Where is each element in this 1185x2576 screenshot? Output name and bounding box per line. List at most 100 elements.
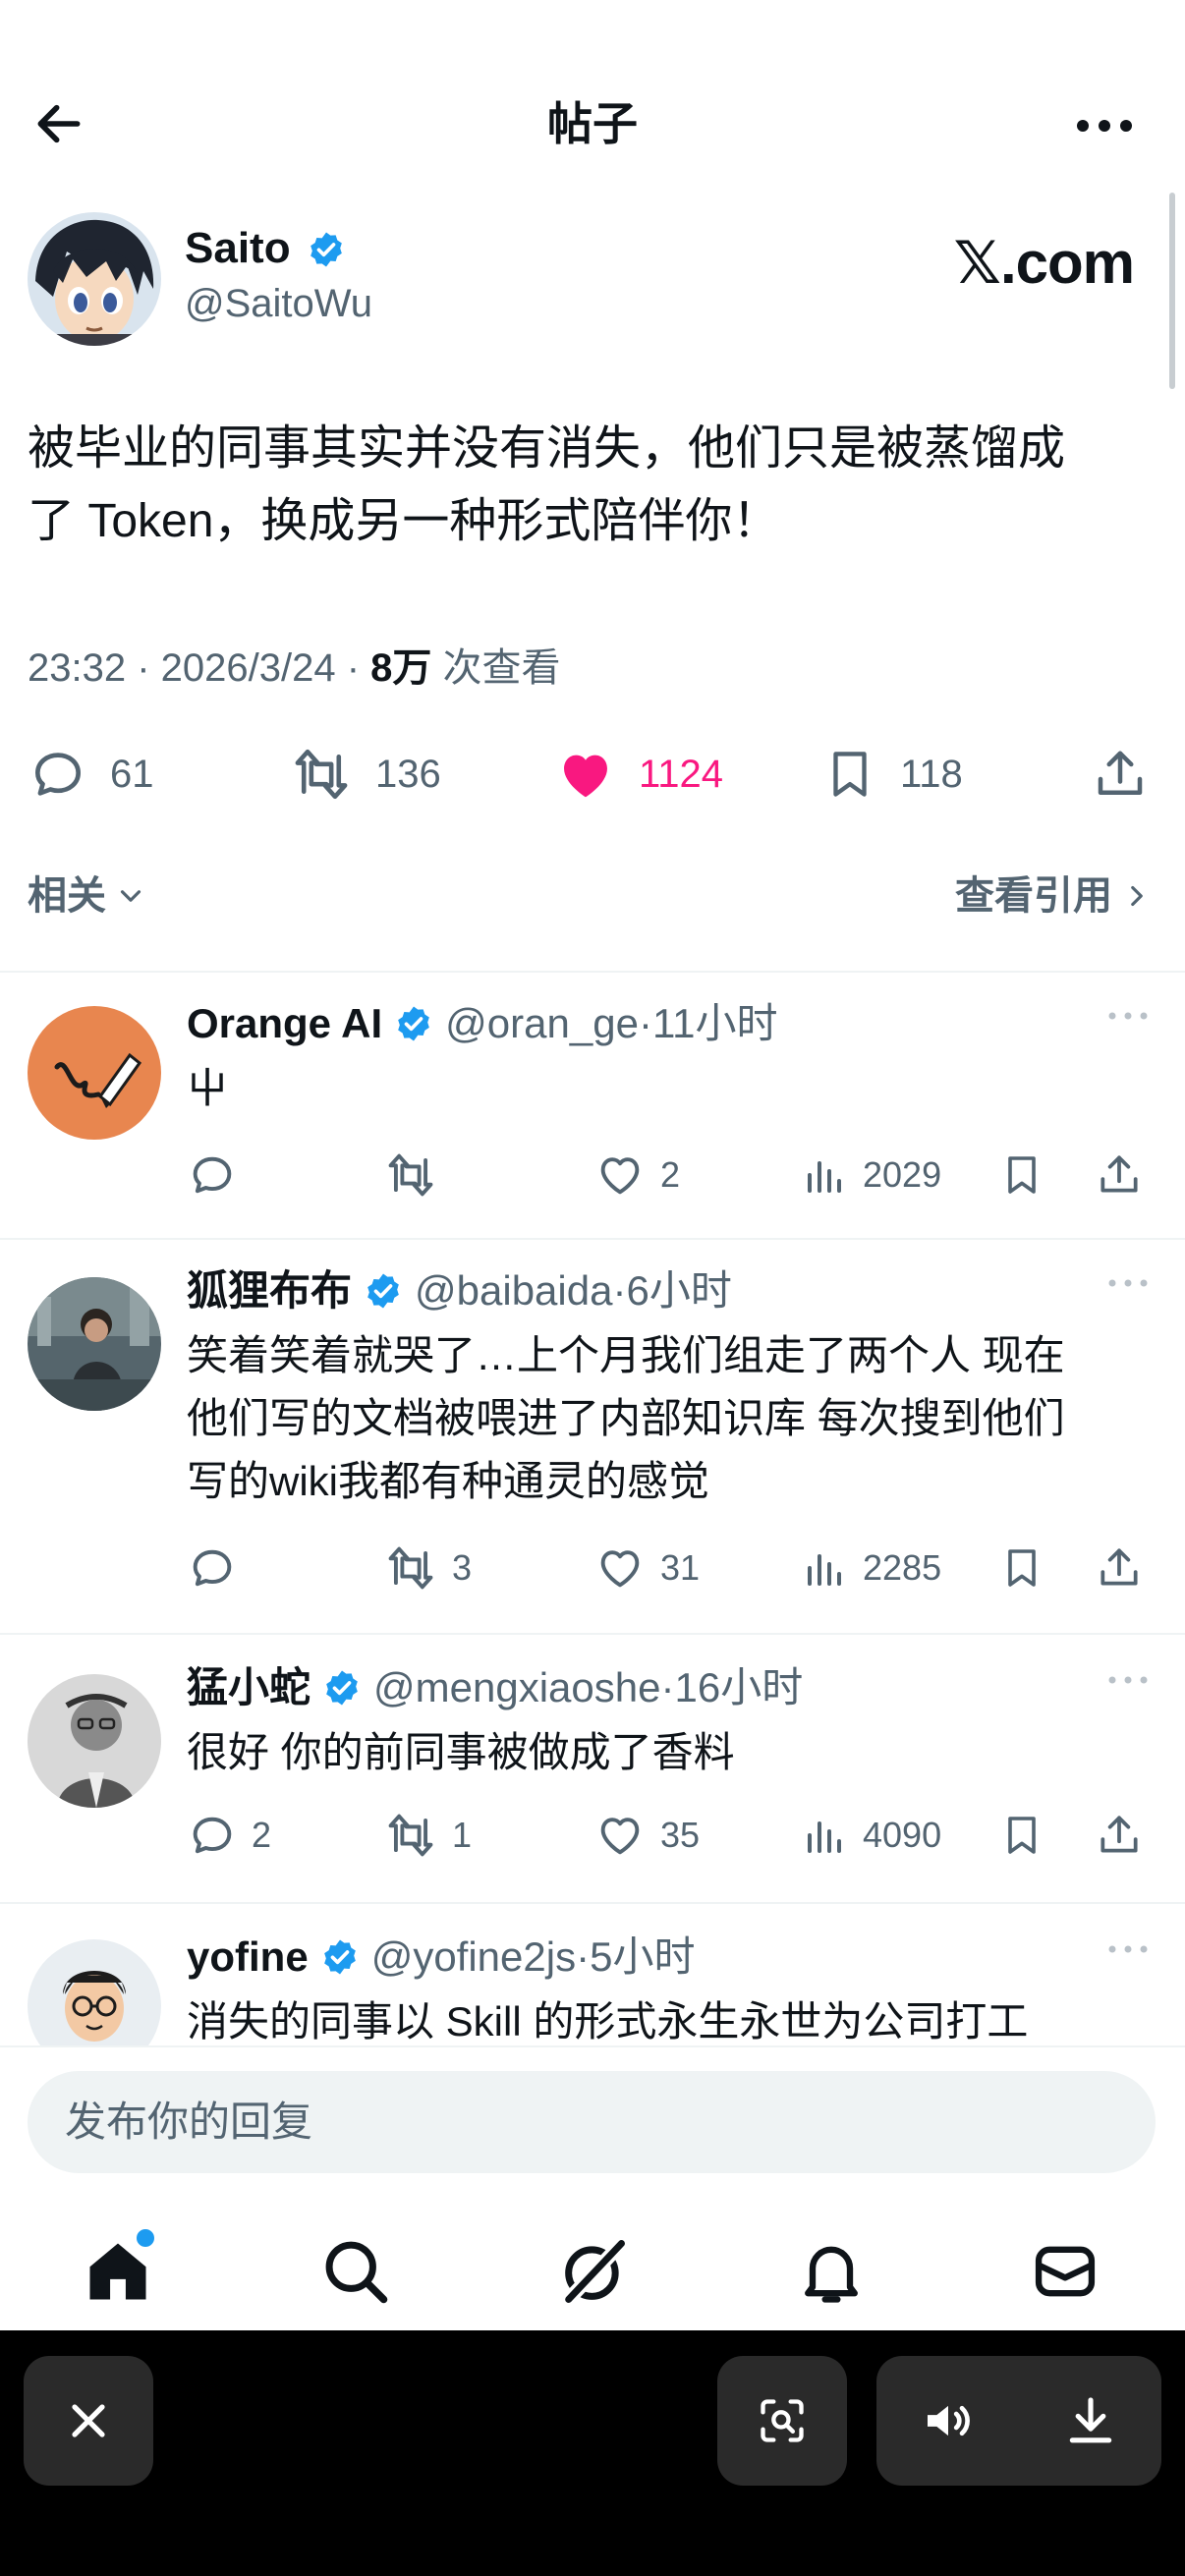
avatar[interactable] bbox=[28, 1006, 161, 1140]
reply-time: 16小时 bbox=[674, 1664, 804, 1710]
repost-icon bbox=[383, 1810, 438, 1861]
heart-icon bbox=[593, 1542, 647, 1594]
bookmark-icon bbox=[998, 1542, 1045, 1594]
download-icon[interactable] bbox=[1063, 2393, 1118, 2448]
author-avatar[interactable] bbox=[28, 212, 161, 346]
more-options-icon[interactable] bbox=[1106, 1670, 1150, 1690]
bookmark-button[interactable] bbox=[998, 1539, 1045, 1597]
reply-actions: 2 2029 bbox=[187, 1146, 1156, 1204]
author-handle[interactable]: @SaitoWu bbox=[185, 279, 372, 328]
repost-count: 3 bbox=[452, 1547, 473, 1588]
share-icon bbox=[1091, 744, 1150, 805]
views-button[interactable]: 2029 bbox=[802, 1146, 941, 1204]
share-button[interactable] bbox=[1091, 739, 1150, 810]
post-text-line: 被毕业的同事其实并没有消失，他们只是被蒸馏成 bbox=[28, 422, 1066, 475]
reply-author-name[interactable]: 猛小蛇 bbox=[187, 1660, 310, 1715]
reply-header: 猛小蛇 @mengxiaoshe · 16小时 bbox=[187, 1660, 803, 1715]
more-options-icon[interactable] bbox=[1106, 1273, 1150, 1293]
page-title: 帖子 bbox=[547, 98, 638, 149]
heart-icon bbox=[593, 1149, 647, 1201]
post-timestamp: 23:32 · 2026/3/24 · bbox=[28, 646, 371, 690]
reply-input[interactable] bbox=[28, 2071, 1156, 2173]
analytics-icon bbox=[802, 1149, 849, 1201]
like-count: 31 bbox=[660, 1547, 701, 1588]
more-options-icon[interactable] bbox=[1106, 1006, 1150, 1026]
like-count: 2 bbox=[660, 1154, 681, 1195]
like-button[interactable]: 31 bbox=[593, 1539, 700, 1597]
reply-author-name[interactable]: Orange AI bbox=[187, 996, 382, 1051]
reply-handle[interactable]: @oran_ge bbox=[445, 996, 639, 1051]
avatar[interactable] bbox=[28, 1674, 161, 1808]
repost-button[interactable] bbox=[383, 1146, 438, 1204]
grok-icon[interactable] bbox=[556, 2234, 631, 2309]
bookmark-button[interactable]: 118 bbox=[821, 739, 963, 810]
reply-text: 很好 你的前同事被做成了香料 bbox=[187, 1721, 1150, 1784]
like-button[interactable]: 2 bbox=[593, 1146, 680, 1204]
messages-icon[interactable] bbox=[1028, 2234, 1102, 2309]
reply-composer[interactable] bbox=[28, 2071, 1156, 2173]
separator-dot: · bbox=[638, 1000, 652, 1046]
like-button[interactable]: 1124 bbox=[554, 739, 723, 810]
bookmark-count: 118 bbox=[900, 752, 963, 796]
chevron-right-icon bbox=[1124, 879, 1150, 913]
more-options-icon[interactable] bbox=[1073, 98, 1136, 153]
share-button[interactable] bbox=[1095, 1146, 1144, 1204]
reply-icon bbox=[187, 1542, 238, 1594]
reply-button[interactable]: 2 bbox=[187, 1806, 271, 1865]
search-icon[interactable] bbox=[318, 2234, 393, 2309]
bookmark-icon bbox=[821, 744, 878, 805]
separator-dot: · bbox=[576, 1933, 591, 1980]
reply-button[interactable] bbox=[187, 1539, 238, 1597]
visual-search-button[interactable] bbox=[717, 2356, 847, 2486]
views-button[interactable]: 2285 bbox=[802, 1539, 941, 1597]
scrollbar[interactable] bbox=[1169, 193, 1175, 389]
close-button[interactable] bbox=[24, 2356, 153, 2486]
views-button[interactable]: 4090 bbox=[802, 1806, 941, 1865]
share-button[interactable] bbox=[1095, 1806, 1144, 1865]
reply-author-name[interactable]: 狐狸布布 bbox=[187, 1263, 352, 1318]
share-button[interactable] bbox=[1095, 1539, 1144, 1597]
related-dropdown[interactable]: 相关 bbox=[28, 868, 147, 924]
bookmark-button[interactable] bbox=[998, 1806, 1045, 1865]
reply-handle[interactable]: @mengxiaoshe bbox=[373, 1660, 660, 1715]
view-quotes-link[interactable]: 查看引用 bbox=[955, 868, 1150, 924]
more-options-icon[interactable] bbox=[1106, 1939, 1150, 1959]
divider bbox=[0, 971, 1185, 973]
reply-button[interactable] bbox=[187, 1146, 238, 1204]
reply-author-name[interactable]: yofine bbox=[187, 1930, 309, 1985]
author-name[interactable]: Saito bbox=[185, 222, 291, 275]
lens-scan-icon bbox=[757, 2395, 808, 2446]
reply-handle[interactable]: @yofine2js bbox=[371, 1930, 576, 1985]
repost-button[interactable]: 136 bbox=[289, 739, 441, 810]
reply-actions: 3 31 2285 bbox=[187, 1539, 1156, 1597]
reply-header: Orange AI @oran_ge · 11小时 bbox=[187, 996, 778, 1051]
post-text: 被毕业的同事其实并没有消失，他们只是被蒸馏成 了 Token，换成另一种形式陪伴… bbox=[28, 413, 1157, 558]
reply-handle[interactable]: @baibaida bbox=[415, 1263, 612, 1318]
reply-button[interactable]: 61 bbox=[28, 739, 154, 810]
speaker-icon[interactable] bbox=[921, 2393, 976, 2448]
analytics-icon bbox=[802, 1542, 849, 1594]
divider bbox=[0, 1902, 1185, 1904]
heart-filled-icon bbox=[554, 744, 617, 805]
reply-text-line: 他们写的文档被喂进了内部知识库 每次搜到他们 bbox=[187, 1395, 1065, 1441]
reply-text-line: 很好 你的前同事被做成了香料 bbox=[187, 1729, 735, 1775]
like-button[interactable]: 35 bbox=[593, 1806, 700, 1865]
media-controls bbox=[876, 2356, 1161, 2486]
close-icon bbox=[65, 2397, 112, 2444]
view-label: 次查看 bbox=[431, 646, 561, 690]
repost-button[interactable]: 1 bbox=[383, 1806, 472, 1865]
notification-dot bbox=[134, 2226, 157, 2250]
post-text-line: 了 Token，换成另一种形式陪伴你！ bbox=[28, 495, 780, 547]
reply-count: 2 bbox=[252, 1815, 272, 1855]
reply-text: 笑着笑着就哭了…上个月我们组走了两个人 现在 他们写的文档被喂进了内部知识库 每… bbox=[187, 1324, 1150, 1513]
verified-badge-icon bbox=[364, 1271, 403, 1311]
notifications-icon[interactable] bbox=[794, 2234, 869, 2309]
bookmark-button[interactable] bbox=[998, 1146, 1045, 1204]
like-count: 1124 bbox=[639, 752, 724, 796]
reply-text: 屮 bbox=[187, 1057, 1150, 1120]
avatar[interactable] bbox=[28, 1277, 161, 1411]
bookmark-icon bbox=[998, 1810, 1045, 1861]
post-meta: 23:32 · 2026/3/24 · 8万 次查看 bbox=[28, 641, 561, 696]
repost-icon bbox=[383, 1542, 438, 1594]
repost-button[interactable]: 3 bbox=[383, 1539, 472, 1597]
